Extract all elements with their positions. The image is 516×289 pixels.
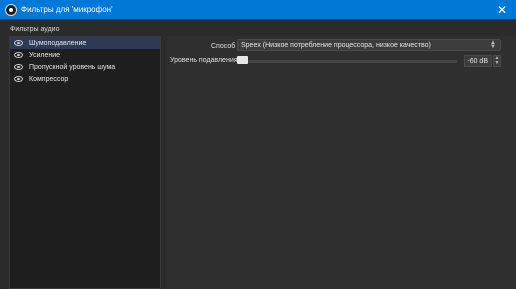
close-button[interactable]: ✕ <box>488 0 516 19</box>
filter-item-compressor[interactable]: Компрессор <box>10 73 160 85</box>
eye-visibility-icon[interactable] <box>14 40 23 46</box>
method-select[interactable]: Speex (Низкое потребление процессора, ни… <box>237 39 501 51</box>
method-select-value: Speex (Низкое потребление процессора, ни… <box>241 41 431 49</box>
suppression-level-label: Уровень подавления <box>170 57 238 64</box>
obs-app-icon <box>5 3 17 16</box>
audio-filters-label: Фильтры аудио <box>10 26 60 33</box>
filter-properties-panel: Способ Speex (Низкое потребление процесс… <box>167 36 516 289</box>
filter-item-label: Шумоподавление <box>29 39 87 47</box>
window-title: Фильтры для 'микрофон' <box>21 5 113 14</box>
filter-item-label: Пропускной уровень шума <box>29 63 116 71</box>
eye-visibility-icon[interactable] <box>14 76 23 82</box>
suppression-level-input[interactable]: -60 dB <box>464 55 492 67</box>
method-label: Способ <box>211 43 236 50</box>
dialog-body: Фильтры аудио Шумоподавление Усиление Пр… <box>0 19 516 289</box>
eye-visibility-icon[interactable] <box>14 64 23 70</box>
title-bar: Фильтры для 'микрофон' ✕ <box>0 0 516 19</box>
spin-arrows-icon[interactable]: ▲ ▼ <box>493 55 501 67</box>
filter-list[interactable]: Шумоподавление Усиление Пропускной урове… <box>9 36 161 289</box>
suppression-slider-track[interactable] <box>237 60 457 63</box>
filter-item-gain[interactable]: Усиление <box>10 49 160 61</box>
filter-item-noise-suppression[interactable]: Шумоподавление <box>10 37 160 49</box>
chevron-updown-icon: ▲ ▼ <box>490 40 496 50</box>
filter-item-label: Компрессор <box>29 75 69 83</box>
suppression-slider-handle[interactable] <box>237 56 248 64</box>
eye-visibility-icon[interactable] <box>14 52 23 58</box>
filter-item-label: Усиление <box>29 51 61 59</box>
filter-item-noise-gate[interactable]: Пропускной уровень шума <box>10 61 160 73</box>
